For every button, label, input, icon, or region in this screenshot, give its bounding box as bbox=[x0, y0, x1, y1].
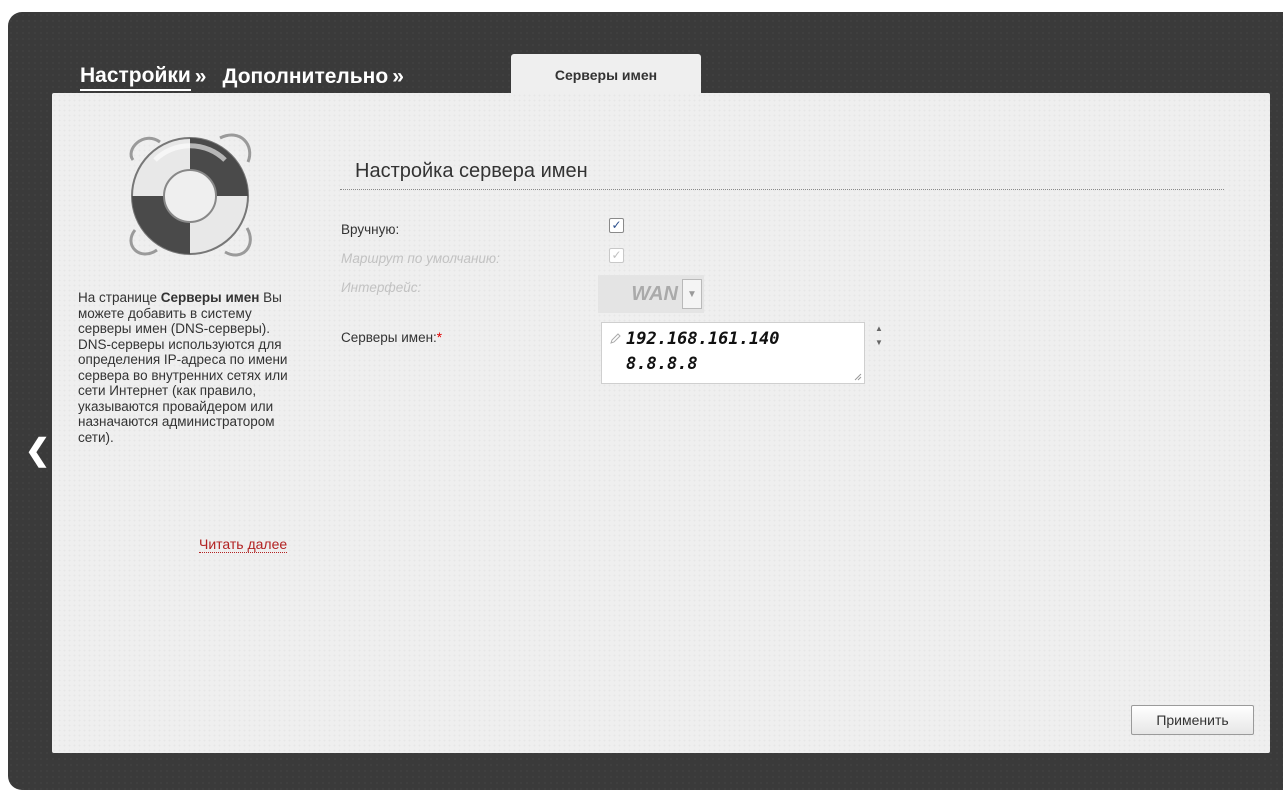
textarea-scrollbar[interactable]: ▲ ▼ bbox=[870, 324, 888, 384]
breadcrumb: Настройки » Дополнительно » bbox=[80, 62, 420, 92]
name-servers-label: Серверы имен:* bbox=[341, 330, 442, 345]
help-text: На странице Серверы имен Вы можете добав… bbox=[78, 290, 306, 445]
interface-select: WAN ▼ bbox=[598, 275, 704, 313]
section-title: Настройка сервера имен bbox=[355, 160, 588, 182]
breadcrumb-separator: » bbox=[392, 65, 404, 88]
tab-name-servers[interactable]: Серверы имен bbox=[511, 54, 701, 96]
help-text-body: Вы можете добавить в систему серверы име… bbox=[78, 290, 288, 445]
breadcrumb-advanced[interactable]: Дополнительно bbox=[222, 65, 388, 89]
manual-checkbox[interactable]: ✓ bbox=[609, 218, 624, 233]
name-servers-textarea[interactable]: 192.168.161.140 8.8.8.8 bbox=[601, 322, 865, 384]
default-route-checkbox: ✓ bbox=[609, 248, 624, 263]
section-divider bbox=[340, 189, 1224, 190]
apply-button[interactable]: Применить bbox=[1131, 705, 1254, 735]
name-server-entry: 8.8.8.8 bbox=[626, 354, 698, 374]
lifebuoy-icon bbox=[129, 133, 252, 257]
interface-value: WAN bbox=[631, 282, 678, 305]
read-more-link[interactable]: Читать далее bbox=[199, 536, 288, 553]
resize-handle-icon[interactable] bbox=[854, 373, 862, 381]
scroll-down-icon[interactable]: ▼ bbox=[875, 338, 883, 347]
breadcrumb-settings[interactable]: Настройки bbox=[80, 64, 191, 91]
breadcrumb-separator: » bbox=[194, 65, 207, 88]
manual-label: Вручную: bbox=[341, 222, 400, 237]
help-text-prefix: На странице bbox=[78, 290, 161, 305]
help-text-bold: Серверы имен bbox=[160, 290, 260, 305]
name-servers-label-text: Серверы имен: bbox=[341, 330, 437, 345]
default-route-label: Маршрут по умолчанию: bbox=[341, 251, 500, 266]
name-server-entry: 192.168.161.140 bbox=[626, 329, 780, 349]
pencil-icon bbox=[610, 333, 621, 344]
required-mark: * bbox=[436, 330, 443, 345]
chevron-left-icon[interactable]: ❮ bbox=[25, 436, 50, 466]
chevron-down-icon: ▼ bbox=[682, 279, 702, 309]
scroll-up-icon[interactable]: ▲ bbox=[875, 324, 883, 333]
interface-label: Интерфейс: bbox=[341, 280, 422, 295]
